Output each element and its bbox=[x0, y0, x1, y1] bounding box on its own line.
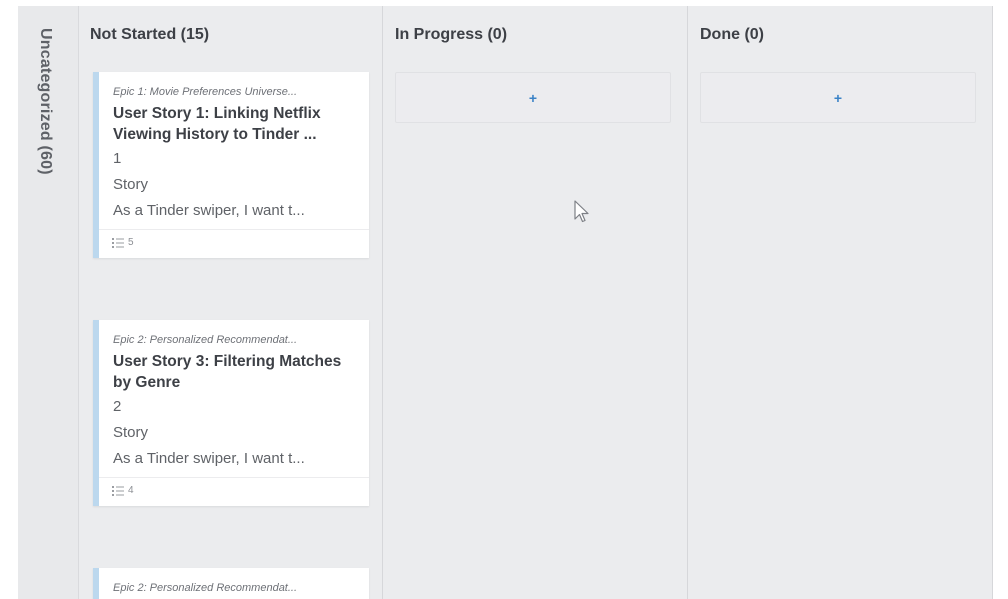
card-description: As a Tinder swiper, I want t... bbox=[113, 450, 305, 467]
card-points: 2 bbox=[113, 398, 122, 415]
card-epic: Epic 2: Personalized Recommendat... bbox=[113, 334, 298, 346]
column-not-started: Not Started (15) Epic 1: Movie Preferenc… bbox=[78, 6, 383, 599]
checklist-icon bbox=[112, 237, 125, 248]
column-header-not-started: Not Started (15) bbox=[90, 26, 210, 43]
column-header-in-progress: In Progress (0) bbox=[395, 26, 508, 43]
add-card-button[interactable]: + bbox=[700, 72, 976, 123]
mouse-pointer-icon bbox=[574, 200, 590, 229]
kanban-board: Uncategorized (60) Not Started (15) Epic… bbox=[18, 6, 993, 599]
card-description: As a Tinder swiper, I want t... bbox=[113, 202, 305, 219]
plus-icon: + bbox=[528, 89, 538, 106]
checklist-icon bbox=[112, 485, 125, 496]
column-in-progress: In Progress (0) + bbox=[383, 6, 688, 599]
card-epic: Epic 1: Movie Preferences Universe... bbox=[113, 86, 298, 98]
add-card-button[interactable]: + bbox=[395, 72, 671, 123]
task-count-indicator[interactable]: 4 bbox=[112, 485, 134, 496]
card-type: Story bbox=[113, 424, 149, 441]
swimlane-label: Uncategorized (60) bbox=[37, 28, 54, 175]
story-card[interactable]: Epic 2: Personalized Recommendat... bbox=[93, 568, 369, 599]
story-card[interactable]: Epic 1: Movie Preferences Universe... Us… bbox=[93, 72, 369, 258]
plus-icon: + bbox=[833, 89, 843, 106]
card-points: 1 bbox=[113, 150, 122, 167]
task-count: 4 bbox=[128, 485, 134, 496]
column-done: Done (0) + bbox=[688, 6, 993, 599]
card-footer: 5 bbox=[99, 229, 369, 258]
column-header-done: Done (0) bbox=[700, 26, 764, 43]
card-type: Story bbox=[113, 176, 149, 193]
story-card[interactable]: Epic 2: Personalized Recommendat... User… bbox=[93, 320, 369, 506]
card-title: User Story 3: Filtering Matches by Genre bbox=[113, 353, 342, 391]
card-title: User Story 1: Linking Netflix Viewing Hi… bbox=[113, 105, 321, 143]
task-count-indicator[interactable]: 5 bbox=[112, 237, 134, 248]
swimlane-header[interactable]: Uncategorized (60) bbox=[18, 6, 79, 599]
card-footer: 4 bbox=[99, 477, 369, 506]
task-count: 5 bbox=[128, 237, 134, 248]
card-epic: Epic 2: Personalized Recommendat... bbox=[113, 582, 298, 594]
